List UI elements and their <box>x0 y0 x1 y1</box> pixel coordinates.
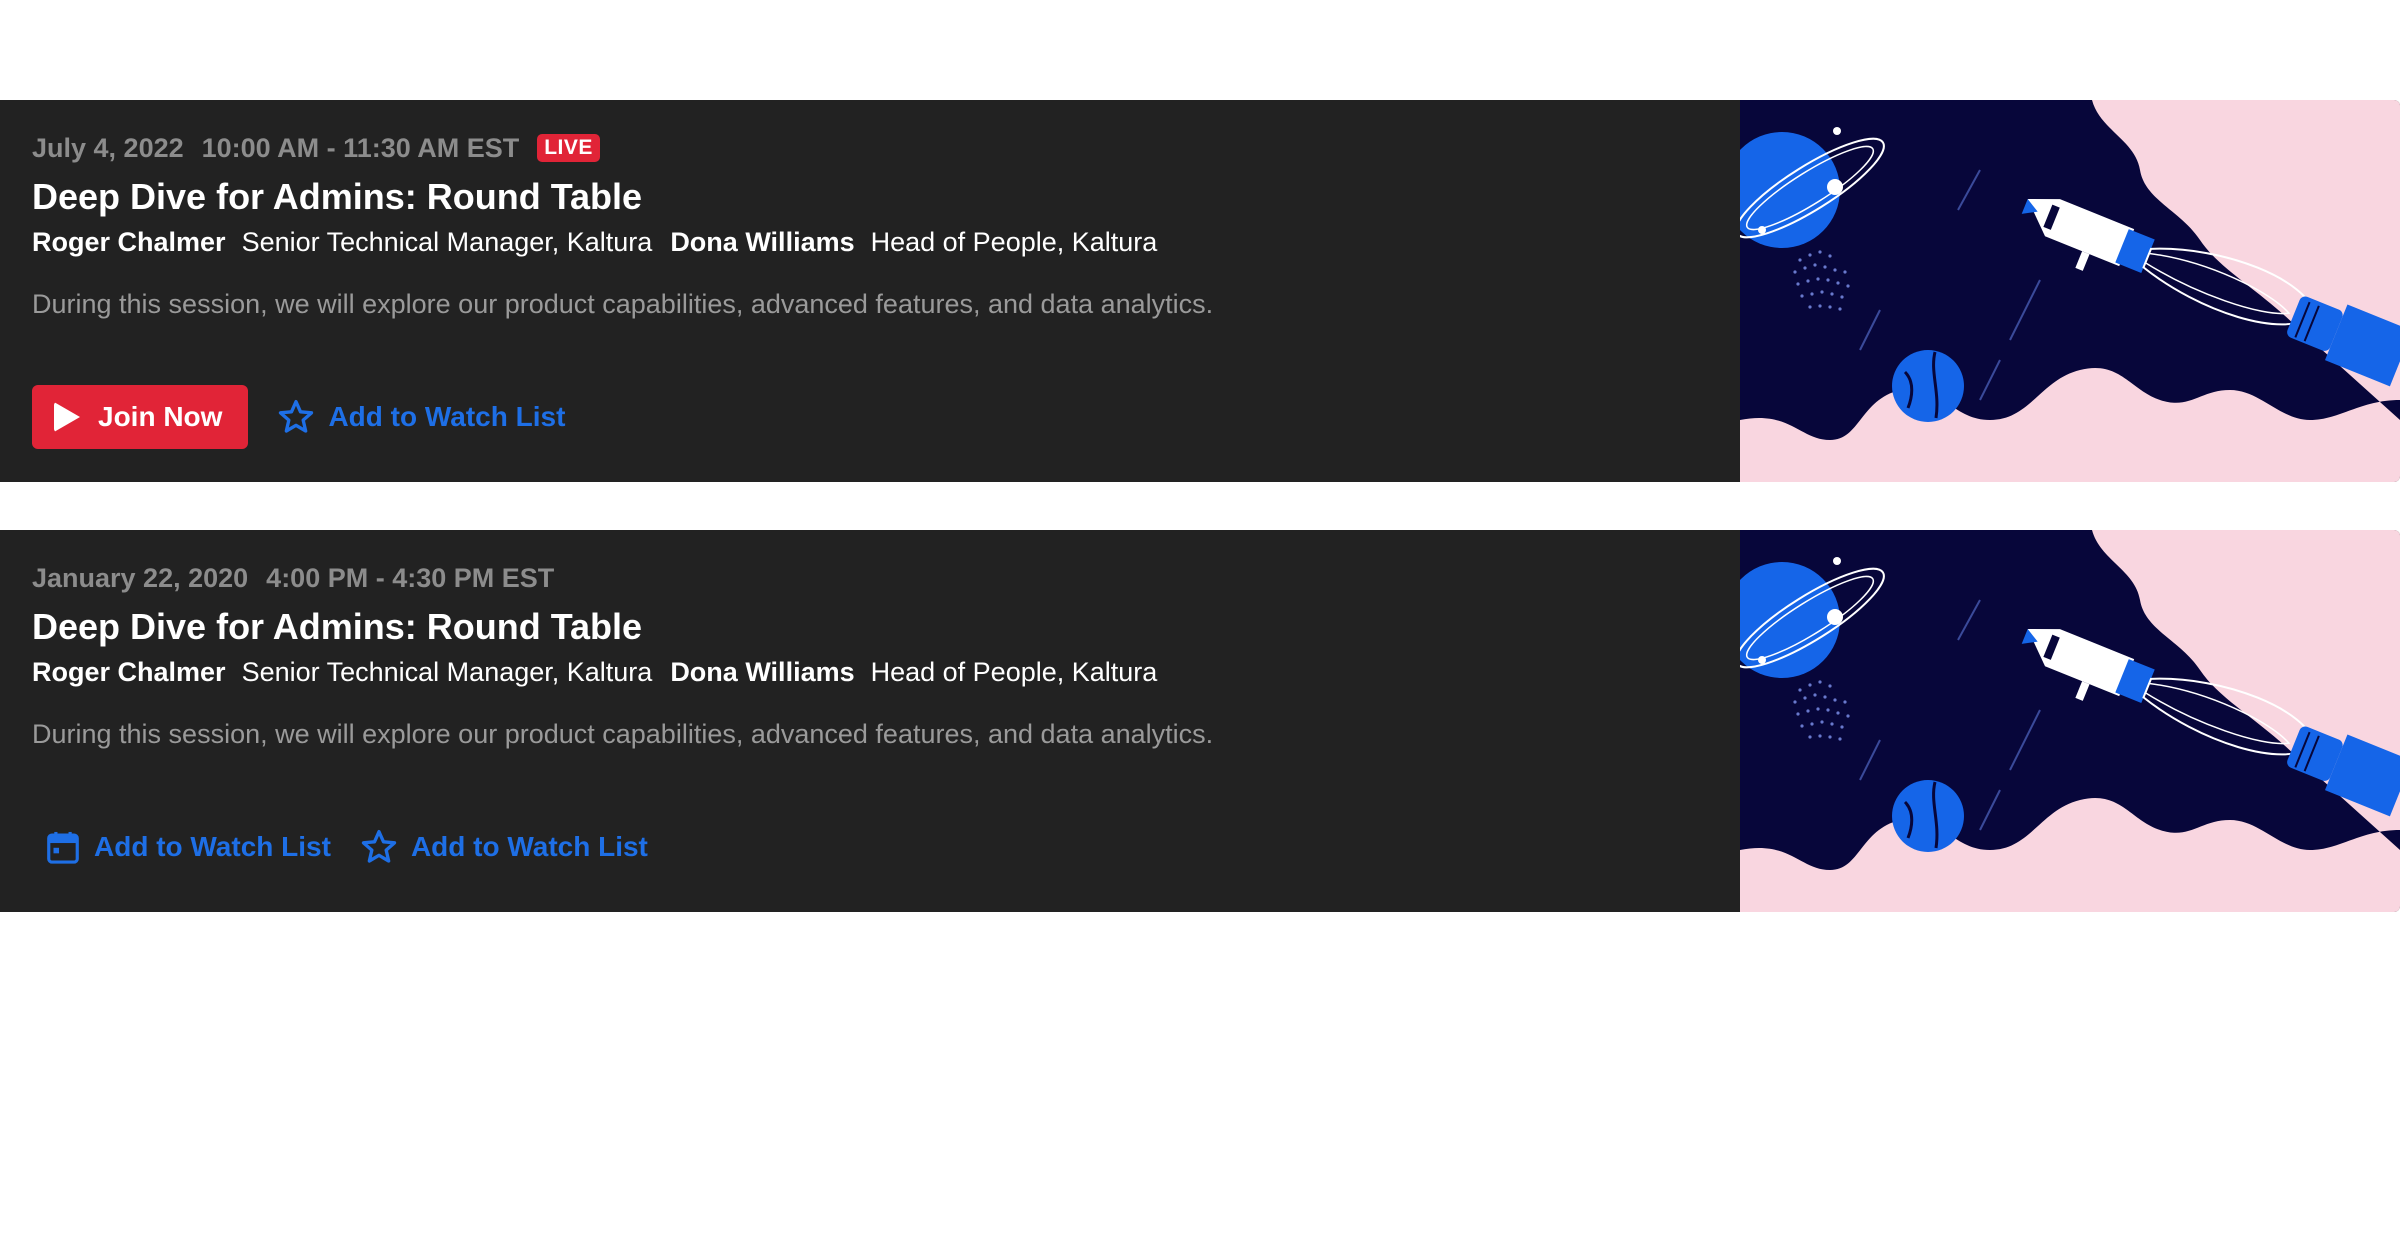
join-now-button[interactable]: Join Now <box>32 385 249 449</box>
session-thumbnail[interactable] <box>1740 530 2400 912</box>
presenters: Roger Chalmer Senior Technical Manager, K… <box>32 222 1712 262</box>
session-actions: Add to Watch List Add to Watch List <box>32 815 648 879</box>
presenter-name: Dona Williams <box>670 227 855 257</box>
session-time: 4:00 PM - 4:30 PM EST <box>266 562 555 593</box>
presenter-role: Senior Technical Manager, Kaltura <box>241 657 653 687</box>
presenter-role: Head of People, Kaltura <box>870 227 1158 257</box>
session-description: During this session, we will explore our… <box>32 719 1214 749</box>
session-date: July 4, 2022 <box>32 132 184 163</box>
session-title[interactable]: Deep Dive for Admins: Round Table <box>32 174 1712 220</box>
live-badge: LIVE <box>537 134 600 162</box>
add-to-watch-list-button[interactable]: Add to Watch List <box>276 397 565 437</box>
presenters: Roger Chalmer Senior Technical Manager, K… <box>32 652 1712 692</box>
presenter-role: Head of People, Kaltura <box>870 657 1158 687</box>
join-now-label: Join Now <box>98 401 223 432</box>
session-time: 10:00 AM - 11:30 AM EST <box>201 132 520 163</box>
star-icon <box>279 400 314 433</box>
calendar-icon <box>47 831 79 864</box>
add-to-calendar-button[interactable]: Add to Watch List <box>44 828 331 866</box>
presenter-name: Roger Chalmer <box>32 657 226 687</box>
session-list: July 4, 2022 10:00 AM - 11:30 AM EST LIV… <box>0 100 2400 960</box>
session-date: January 22, 2020 <box>32 562 249 593</box>
presenter-name: Dona Williams <box>670 657 855 687</box>
session-info: January 22, 2020 4:00 PM - 4:30 PM EST D… <box>32 560 1712 754</box>
play-icon <box>54 402 80 432</box>
session-actions: Join Now Add to Watch List <box>32 385 565 449</box>
session-meta: July 4, 2022 10:00 AM - 11:30 AM EST LIV… <box>32 130 1712 166</box>
add-to-calendar-label: Add to Watch List <box>94 831 331 862</box>
session-card: July 4, 2022 10:00 AM - 11:30 AM EST LIV… <box>0 100 2400 482</box>
session-thumbnail[interactable] <box>1740 100 2400 482</box>
session-title[interactable]: Deep Dive for Admins: Round Table <box>32 604 1712 650</box>
star-icon <box>361 830 397 863</box>
session-card: January 22, 2020 4:00 PM - 4:30 PM EST D… <box>0 530 2400 912</box>
session-meta: January 22, 2020 4:00 PM - 4:30 PM EST <box>32 560 1712 596</box>
session-description: During this session, we will explore our… <box>32 289 1214 319</box>
add-to-watch-list-button[interactable]: Add to Watch List <box>359 827 648 867</box>
presenter-role: Senior Technical Manager, Kaltura <box>241 227 653 257</box>
presenter-name: Roger Chalmer <box>32 227 226 257</box>
add-to-watch-list-label: Add to Watch List <box>410 831 648 862</box>
session-info: July 4, 2022 10:00 AM - 11:30 AM EST LIV… <box>32 130 1712 324</box>
add-to-watch-list-label: Add to Watch List <box>328 401 566 432</box>
